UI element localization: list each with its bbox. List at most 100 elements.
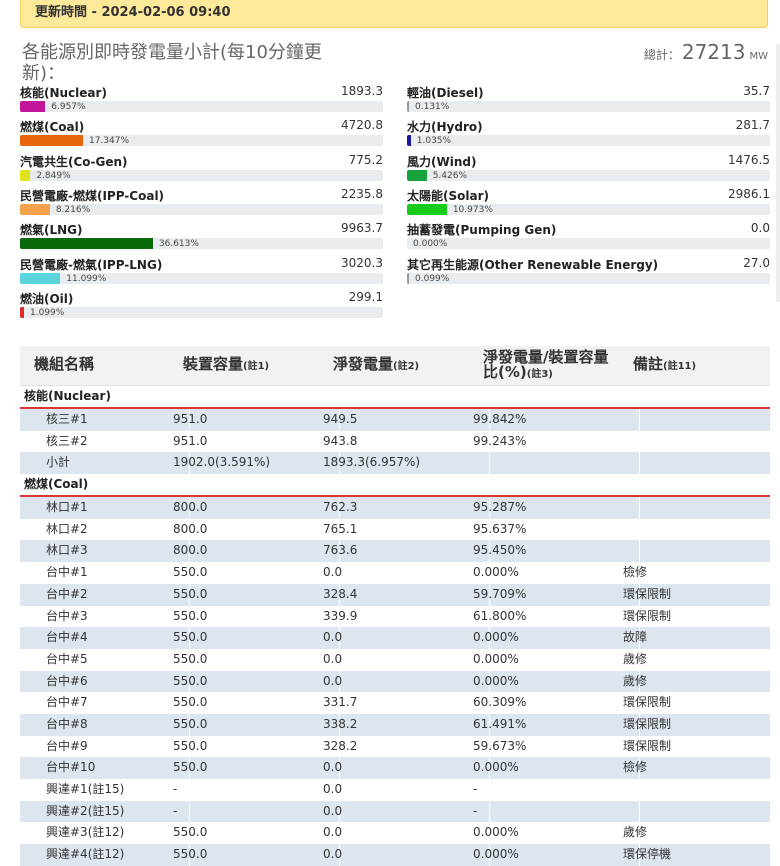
- unit-name-cell: 林口#1: [46, 500, 88, 515]
- net-generation-cell: 943.8: [323, 433, 358, 448]
- table-header: 機組名稱 裝置容量(註1) 淨發電量(註2) 淨發電量/裝置容量比(%)(註3) 備註(…: [20, 346, 770, 386]
- energy-source-item: 汽電共生(Co-Gen) 775.2 2.849%: [20, 153, 383, 186]
- scrollbar[interactable]: [776, 44, 780, 302]
- source-name: 太陽能(Solar): [407, 188, 489, 203]
- table-row: 台中#2 550.0 328.4 59.709% 環保限制: [20, 583, 770, 606]
- capacity-factor-cell: 0.000%: [473, 847, 519, 862]
- unit-name-cell: 台中#10: [46, 760, 96, 775]
- group-header: 核能(Nuclear): [20, 386, 770, 409]
- table-row: 興達#4(註12) 550.0 0.0 0.000% 環保停機: [20, 844, 770, 866]
- net-generation-cell: 1893.3(6.957%): [323, 455, 421, 470]
- capacity-cell: 550.0: [173, 738, 208, 753]
- share-bar-fill: [407, 203, 447, 215]
- table-row: 台中#6 550.0 0.0 0.000% 歲修: [20, 670, 770, 693]
- column-header: 裝置容量(註1): [183, 346, 269, 385]
- capacity-cell: 550.0: [173, 608, 208, 623]
- share-percent: 11.099%: [66, 273, 107, 284]
- net-generation-cell: 339.9: [323, 608, 358, 623]
- source-value: 35.7: [743, 84, 770, 98]
- energy-source-item: 其它再生能源(Other Renewable Energy) 27.0 0.099%: [407, 255, 770, 289]
- net-generation-cell: 331.7: [323, 695, 358, 710]
- capacity-cell: -: [173, 803, 178, 818]
- source-value: 9963.7: [341, 221, 383, 236]
- unit-name-cell: 台中#9: [46, 738, 88, 753]
- capacity-cell: 800.0: [173, 500, 208, 515]
- source-name: 燃油(Oil): [20, 291, 74, 306]
- column-header: 淨發電量/裝置容量比(%)(註3): [483, 346, 615, 385]
- table-row: 興達#3(註12) 550.0 0.0 0.000% 歲修: [20, 822, 770, 845]
- cell-divider: [639, 497, 640, 519]
- capacity-cell: 550.0: [173, 565, 208, 580]
- unit-name-cell: 興達#1(註15): [46, 782, 125, 796]
- net-generation-cell: 0.0: [323, 782, 343, 796]
- capacity-factor-cell: 0.000%: [473, 651, 519, 666]
- net-generation-cell: 765.1: [323, 521, 358, 536]
- source-value: 27.0: [743, 255, 770, 270]
- net-generation-cell: 0.0: [323, 565, 343, 580]
- net-generation-cell: 0.0: [323, 630, 343, 645]
- table-row: 興達#2(註15) - 0.0 -: [20, 800, 770, 823]
- unit-name-cell: 台中#1: [46, 565, 88, 580]
- update-time: 更新時間 - 2024-02-06 09:40: [35, 5, 231, 20]
- source-value: 299.1: [348, 289, 383, 304]
- table-body: 核能(Nuclear) 核三#1 951.0 949.5 99.842% 核三#2 951.…: [20, 386, 770, 866]
- net-generation-cell: 0.0: [323, 847, 343, 862]
- unit-name-cell: 興達#3(註12): [46, 825, 125, 840]
- total-label: 總計：: [643, 48, 680, 62]
- share-percent: 1.099%: [29, 307, 65, 318]
- cell-divider: [639, 452, 640, 475]
- source-value: 1476.5: [728, 152, 770, 167]
- share-bar-track: [20, 306, 383, 318]
- unit-name-cell: 台中#4: [46, 630, 88, 645]
- share-percent: 2.849%: [36, 170, 71, 181]
- source-name: 抽蓄發電(Pumping Gen): [407, 223, 557, 238]
- capacity-cell: 550.0: [173, 825, 208, 840]
- capacity-factor-cell: 0.000%: [473, 630, 519, 645]
- remark-cell: 環保限制: [623, 695, 672, 710]
- cell-divider: [489, 800, 490, 823]
- unit-name-cell: 台中#5: [46, 651, 88, 666]
- share-bar-track: [407, 101, 770, 112]
- source-name: 其它再生能源(Other Renewable Energy): [407, 257, 659, 272]
- table-row: 台中#4 550.0 0.0 0.000% 故障: [20, 627, 770, 649]
- total-unit: MW: [749, 51, 768, 62]
- remark-cell: 歲修: [623, 651, 648, 666]
- share-bar-fill: [20, 135, 83, 147]
- capacity-factor-cell: 60.309%: [473, 695, 527, 710]
- cell-divider: [489, 779, 490, 801]
- cell-divider: [639, 518, 640, 541]
- net-generation-cell: 0.0: [323, 673, 343, 688]
- unit-name-cell: 興達#4(註12): [46, 847, 125, 862]
- summary-title: 各能源別即時發電量小計(每10分鐘更新)：: [22, 42, 322, 84]
- cell-divider: [489, 452, 490, 475]
- share-percent: 8.216%: [55, 204, 91, 215]
- capacity-factor-cell: 59.709%: [473, 586, 527, 601]
- share-percent: 1.035%: [416, 136, 452, 147]
- table-row: 台中#10 550.0 0.0 0.000% 檢修: [20, 757, 770, 779]
- table-row: 核三#1 951.0 949.5 99.842%: [20, 409, 770, 431]
- generator-unit-table: 機組名稱 裝置容量(註1) 淨發電量(註2) 淨發電量/裝置容量比(%)(註3) 備註(…: [20, 346, 770, 866]
- unit-name-cell: 興達#2(註15): [46, 803, 125, 818]
- column-header: 機組名稱: [34, 346, 94, 385]
- remark-cell: 檢修: [623, 565, 648, 580]
- capacity-factor-cell: -: [473, 782, 478, 796]
- source-name: 輕油(Diesel): [407, 86, 484, 100]
- remark-cell: 環保限制: [623, 586, 672, 601]
- remark-cell: 故障: [623, 630, 648, 645]
- share-bar-track: [407, 272, 770, 284]
- share-percent: 17.347%: [88, 136, 130, 147]
- table-row: 台中#5 550.0 0.0 0.000% 歲修: [20, 648, 770, 671]
- energy-source-item: 水力(Hydro) 281.7 1.035%: [407, 118, 770, 151]
- source-value: 4720.8: [341, 118, 383, 133]
- capacity-cell: 951.0: [173, 412, 208, 426]
- net-generation-cell: 0.0: [323, 825, 343, 840]
- source-name: 燃氣(LNG): [20, 223, 83, 238]
- net-generation-cell: 949.5: [323, 412, 358, 426]
- capacity-cell: 550.0: [173, 586, 208, 601]
- share-bar-fill: [20, 272, 61, 284]
- source-name: 燃煤(Coal): [20, 120, 85, 135]
- net-generation-cell: 338.2: [323, 716, 358, 731]
- energy-source-item: 民營電廠-燃氣(IPP-LNG) 3020.3 11.099%: [20, 256, 383, 289]
- table-row: 台中#7 550.0 331.7 60.309% 環保限制: [20, 692, 770, 714]
- cell-divider: [639, 409, 640, 431]
